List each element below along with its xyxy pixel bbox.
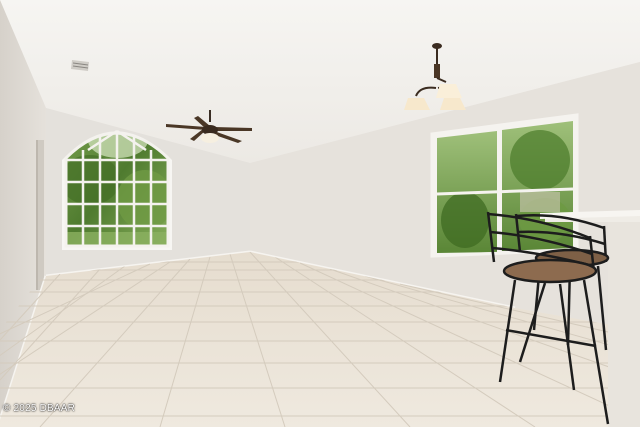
side-window [430,113,579,258]
copyright-watermark: © 2025 DBAAR [3,403,76,414]
room-photo [0,0,640,427]
